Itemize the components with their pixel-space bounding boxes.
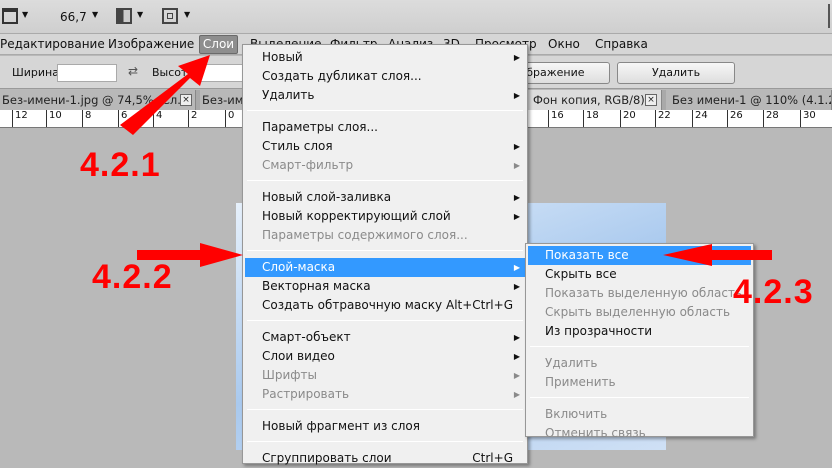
annotation-label-4-2-3: 4.2.3 xyxy=(733,273,814,311)
menu-item-сгруппировать-слои[interactable]: Сгруппировать слои Ctrl+G xyxy=(245,449,525,468)
annotation-label-4-2-2: 4.2.2 xyxy=(92,258,173,296)
arrow-4-2-1 xyxy=(120,55,210,135)
annotation-arrows xyxy=(120,55,772,267)
annotation-label-4-2-1: 4.2.1 xyxy=(80,146,161,184)
menu-item-label: Сгруппировать слои xyxy=(262,451,392,465)
arrow-4-2-3 xyxy=(663,244,772,266)
shortcut-label: Ctrl+G xyxy=(472,451,513,465)
